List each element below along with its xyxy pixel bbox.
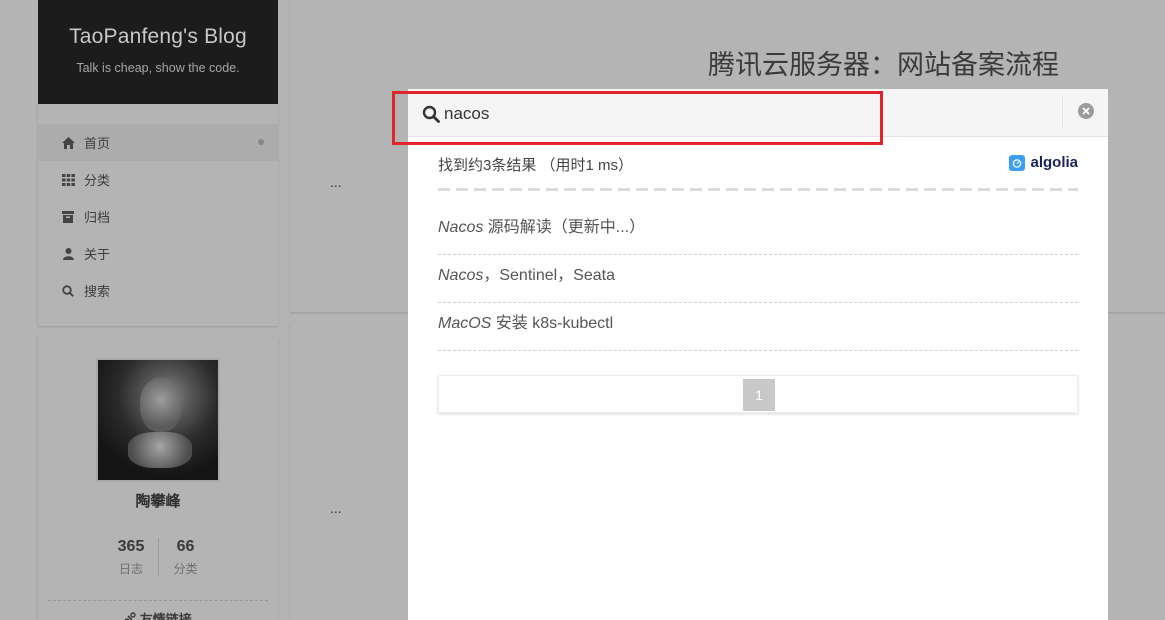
page-button-current[interactable]: 1 (743, 379, 775, 411)
menu-item-label: 归档 (84, 210, 111, 225)
author-name: 陶攀峰 (135, 493, 181, 510)
friend-links-label: 友情链接 (139, 612, 192, 620)
close-icon[interactable] (1078, 103, 1094, 119)
posts-count: 365 (117, 538, 145, 555)
menu-item-label: 关于 (84, 247, 111, 262)
user-icon (60, 247, 76, 260)
search-icon (60, 284, 76, 297)
result-title: 源码解读（更新中...） (483, 219, 646, 236)
site-brand: TaoPanfeng's Blog Talk is cheap, show th… (38, 0, 278, 104)
result-title: 安装 k8s-kubectl (491, 315, 614, 332)
menu-item-archives[interactable]: 归档 (38, 198, 278, 235)
divider (438, 188, 1078, 191)
divider (1062, 97, 1063, 129)
result-highlight: Nacos (438, 219, 484, 236)
link-icon (124, 612, 140, 620)
active-indicator (258, 139, 264, 145)
search-results: Nacos 源码解读（更新中...） Nacos，Sentinel，Seata … (438, 207, 1078, 351)
categories-label: 分类 (173, 562, 198, 576)
search-result-item[interactable]: Nacos，Sentinel，Seata (438, 255, 1078, 303)
algolia-label: algolia (1030, 154, 1078, 171)
author-profile: 陶攀峰 365 日志 66 分类 友情链接 (38, 338, 278, 620)
site-subtitle: Talk is cheap, show the code. (76, 61, 240, 75)
result-highlight: Nacos (438, 267, 484, 284)
friend-links-title: 友情链接 (38, 609, 278, 620)
post-excerpt: ... (330, 174, 342, 190)
home-icon (60, 136, 76, 149)
divider (48, 600, 268, 601)
menu-item-about[interactable]: 关于 (38, 235, 278, 272)
menu-item-label: 搜索 (84, 284, 111, 299)
sidebar-menu: 首页 分类 归档 关于 搜索 (38, 104, 278, 326)
posts-label: 日志 (118, 562, 143, 576)
site-title[interactable]: TaoPanfeng's Blog (38, 0, 278, 49)
menu-item-label: 首页 (84, 136, 111, 151)
search-stats: 找到约3条结果 （用时1 ms） (438, 157, 634, 174)
categories-count: 66 (176, 538, 195, 555)
author-avatar (96, 358, 220, 482)
menu-item-home[interactable]: 首页 (38, 124, 278, 161)
algolia-logo-icon (1009, 154, 1026, 171)
menu-item-search[interactable]: 搜索 (38, 272, 278, 309)
result-title: ，Sentinel，Seata (483, 267, 615, 284)
post-excerpt: ... (330, 500, 342, 516)
search-result-item[interactable]: Nacos 源码解读（更新中...） (438, 207, 1078, 255)
result-highlight: MacOS (438, 315, 492, 332)
search-result-item[interactable]: MacOS 安装 k8s-kubectl (438, 303, 1078, 351)
search-popup: 找到约3条结果 （用时1 ms） algolia Nacos 源码解读（更新中.… (408, 89, 1108, 620)
posts-stat[interactable]: 365 日志 (104, 538, 158, 577)
pagination: 1 (438, 375, 1078, 413)
algolia-brand[interactable]: algolia (1009, 154, 1078, 171)
site-stats: 365 日志 66 分类 (38, 538, 278, 577)
highlight-box (392, 91, 883, 145)
th-icon (60, 173, 76, 186)
post-title[interactable]: 腾讯云服务器：网站备案流程 (708, 43, 1059, 82)
categories-stat[interactable]: 66 分类 (158, 538, 212, 577)
archive-icon (60, 210, 76, 223)
menu-item-categories[interactable]: 分类 (38, 161, 278, 198)
menu-item-label: 分类 (84, 173, 111, 188)
